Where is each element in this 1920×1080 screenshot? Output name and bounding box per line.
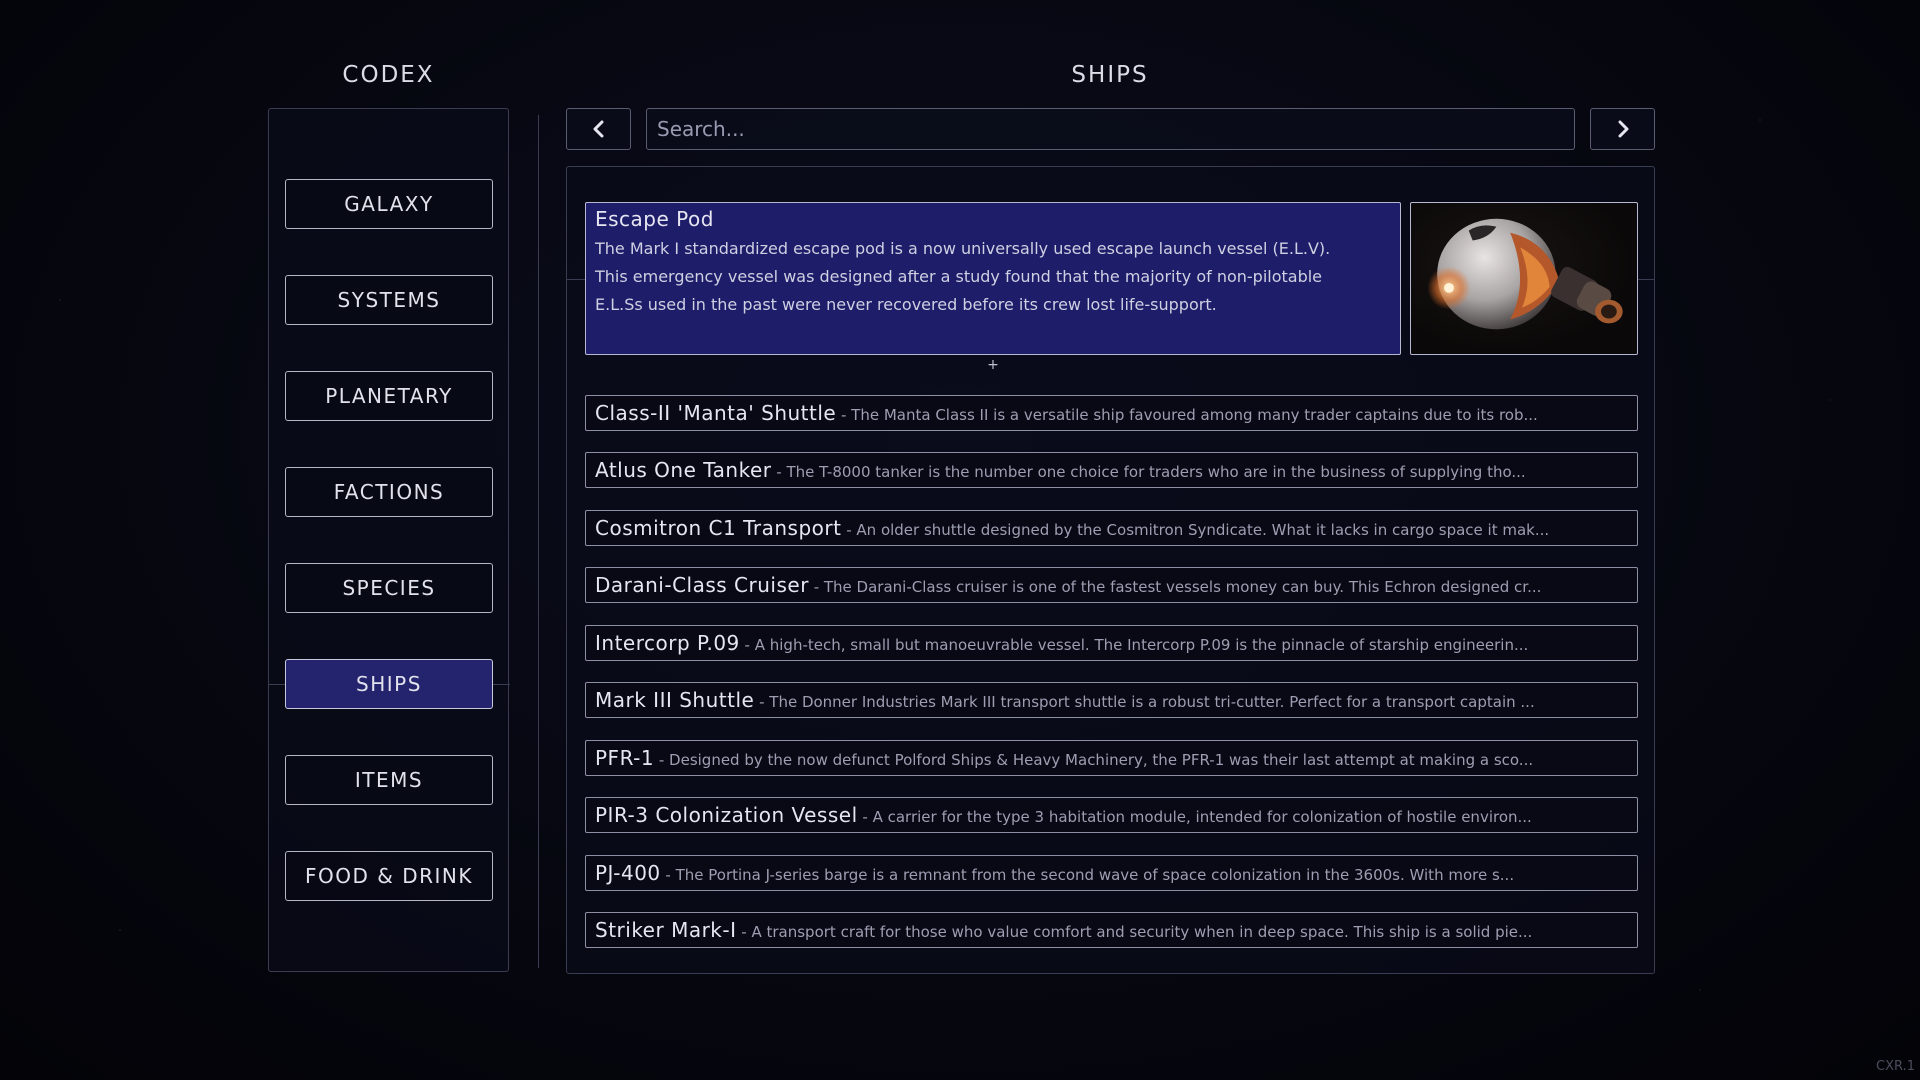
- ship-description: - A high-tech, small but manoeuvrable ve…: [739, 636, 1529, 654]
- ship-description: - A carrier for the type 3 habitation mo…: [857, 808, 1532, 826]
- section-title: SHIPS: [1071, 62, 1149, 88]
- expand-button[interactable]: +: [983, 357, 1003, 373]
- ship-name: PIR-3 Colonization Vessel: [595, 803, 858, 827]
- ship-row[interactable]: PJ-400 - The Portina J-series barge is a…: [585, 855, 1638, 891]
- ship-name: Striker Mark-I: [595, 918, 737, 942]
- chevron-right-icon: [1618, 120, 1628, 138]
- ship-name: Class-II 'Manta' Shuttle: [595, 401, 837, 425]
- vertical-divider: [538, 115, 539, 968]
- ship-row[interactable]: Intercorp P.09 - A high-tech, small but …: [585, 625, 1638, 661]
- next-button[interactable]: [1590, 108, 1655, 150]
- ship-row[interactable]: Class-II 'Manta' Shuttle - The Manta Cla…: [585, 395, 1638, 431]
- ship-row[interactable]: Striker Mark-I - A transport craft for t…: [585, 912, 1638, 948]
- ship-description: - An older shuttle designed by the Cosmi…: [841, 521, 1550, 539]
- nav-species-button[interactable]: SPECIES: [285, 563, 493, 613]
- featured-desc-line: E.L.Ss used in the past were never recov…: [595, 295, 1217, 314]
- ship-name: Atlus One Tanker: [595, 458, 772, 482]
- search-input[interactable]: [646, 108, 1575, 150]
- ship-row[interactable]: PIR-3 Colonization Vessel - A carrier fo…: [585, 797, 1638, 833]
- nav-items-button[interactable]: ITEMS: [285, 755, 493, 805]
- ship-description: - The Manta Class II is a versatile ship…: [836, 406, 1538, 424]
- nav-food-drink-button[interactable]: FOOD & DRINK: [285, 851, 493, 901]
- featured-connector-right: [1636, 279, 1654, 280]
- ship-description: - The Portina J-series barge is a remnan…: [660, 866, 1515, 884]
- ship-row[interactable]: Cosmitron C1 Transport - An older shuttl…: [585, 510, 1638, 546]
- nav-planetary-button[interactable]: PLANETARY: [285, 371, 493, 421]
- featured-ship-card[interactable]: Escape Pod The Mark I standardized escap…: [585, 202, 1401, 355]
- ship-row[interactable]: Darani-Class Cruiser - The Darani-Class …: [585, 567, 1638, 603]
- codex-sidebar: GALAXY SYSTEMS PLANETARY FACTIONS SPECIE…: [268, 108, 510, 972]
- ship-name: PJ-400: [595, 861, 661, 885]
- previous-button[interactable]: [566, 108, 631, 150]
- ship-row[interactable]: Atlus One Tanker - The T-8000 tanker is …: [585, 452, 1638, 488]
- ship-description: - Designed by the now defunct Polford Sh…: [654, 751, 1534, 769]
- featured-connector-left: [567, 279, 585, 280]
- ship-description: - The Darani-Class cruiser is one of the…: [808, 578, 1542, 596]
- nav-systems-button[interactable]: SYSTEMS: [285, 275, 493, 325]
- nav-factions-button[interactable]: FACTIONS: [285, 467, 493, 517]
- chevron-left-icon: [593, 120, 603, 138]
- featured-desc-line: The Mark I standardized escape pod is a …: [595, 239, 1331, 258]
- ship-row[interactable]: PFR-1 - Designed by the now defunct Polf…: [585, 740, 1638, 776]
- ship-description: - A transport craft for those who value …: [736, 923, 1533, 941]
- escape-pod-illustration: [1427, 218, 1623, 330]
- version-label: CXR.1: [1876, 1059, 1915, 1074]
- ship-name: Mark III Shuttle: [595, 688, 755, 712]
- codex-title: CODEX: [342, 62, 435, 88]
- ship-row[interactable]: Mark III Shuttle - The Donner Industries…: [585, 682, 1638, 718]
- featured-ship-description: The Mark I standardized escape pod is a …: [595, 235, 1391, 319]
- ship-description: - The Donner Industries Mark III transpo…: [754, 693, 1535, 711]
- ship-description: - The T-8000 tanker is the number one ch…: [771, 463, 1526, 481]
- nav-ships-button[interactable]: SHIPS: [285, 659, 493, 709]
- nav-galaxy-button[interactable]: GALAXY: [285, 179, 493, 229]
- ships-list-panel: Escape Pod The Mark I standardized escap…: [566, 166, 1655, 974]
- ship-name: Intercorp P.09: [595, 631, 740, 655]
- ship-name: Darani-Class Cruiser: [595, 573, 809, 597]
- ship-name: PFR-1: [595, 746, 655, 770]
- featured-ship-name: Escape Pod: [595, 207, 714, 231]
- featured-desc-line: This emergency vessel was designed after…: [595, 267, 1323, 286]
- ship-name: Cosmitron C1 Transport: [595, 516, 842, 540]
- escape-pod-image: [1410, 202, 1638, 355]
